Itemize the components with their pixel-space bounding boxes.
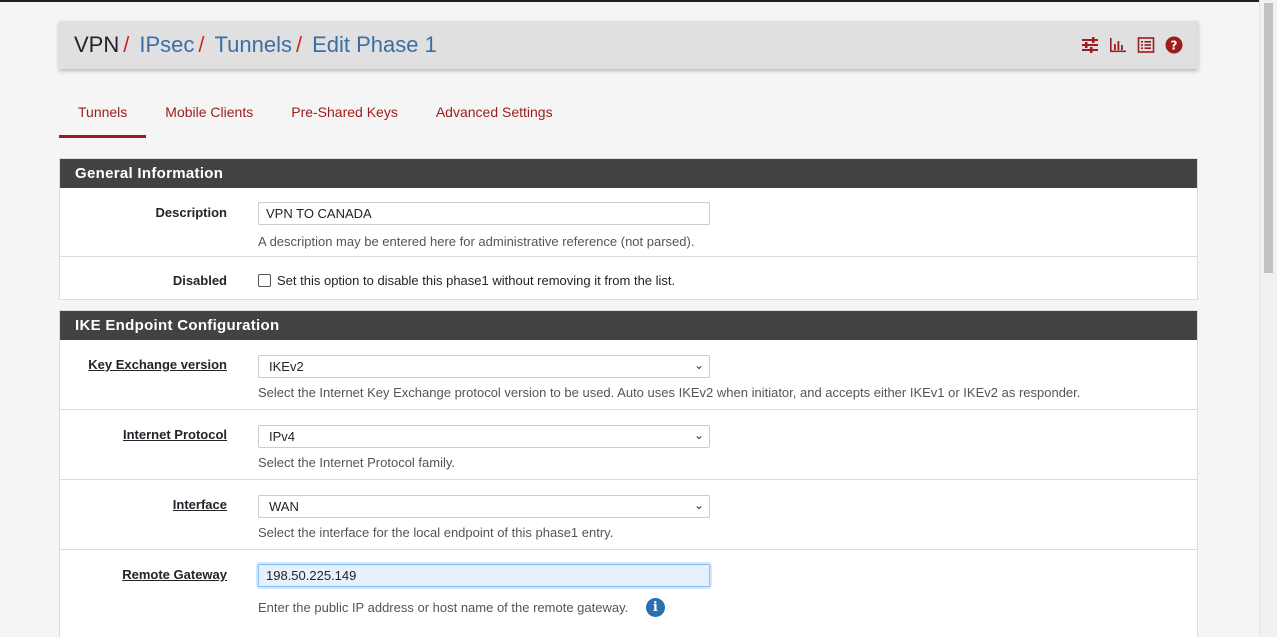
breadcrumb-bar: VPN / IPsec / Tunnels / Edit Phase 1 ?	[59, 21, 1198, 69]
key-exchange-row: Key Exchange version IKEv2 ⌄ Select the I…	[60, 340, 1197, 410]
internet-protocol-value: IPv4	[269, 429, 296, 444]
breadcrumb: VPN / IPsec / Tunnels / Edit Phase 1	[59, 32, 437, 58]
tab-bar: Tunnels Mobile Clients Pre-Shared Keys A…	[59, 94, 572, 138]
key-exchange-select[interactable]: IKEv2 ⌄	[258, 355, 710, 378]
help-icon[interactable]: ?	[1165, 36, 1183, 54]
vertical-scrollbar[interactable]	[1259, 0, 1277, 637]
remote-gateway-input[interactable]	[258, 564, 710, 587]
key-exchange-value: IKEv2	[269, 359, 304, 374]
tab-tunnels[interactable]: Tunnels	[59, 94, 147, 138]
key-exchange-help: Select the Internet Key Exchange protoco…	[258, 385, 1081, 400]
info-icon[interactable]: i	[645, 598, 665, 617]
disabled-row: Disabled Set this option to disable this…	[60, 257, 1197, 300]
breadcrumb-tunnels[interactable]: Tunnels	[215, 32, 292, 58]
panel-heading: IKE Endpoint Configuration	[60, 311, 1197, 340]
general-information-panel: General Information Description A descri…	[59, 158, 1198, 300]
internet-protocol-label[interactable]: Internet Protocol	[123, 427, 227, 442]
settings-sliders-icon[interactable]	[1081, 36, 1099, 54]
description-label: Description	[155, 205, 227, 220]
breadcrumb-separator: /	[198, 32, 205, 57]
list-icon[interactable]	[1137, 36, 1155, 54]
breadcrumb-vpn: VPN	[74, 32, 120, 57]
disabled-checkbox[interactable]	[258, 274, 271, 287]
breadcrumb-edit-phase1[interactable]: Edit Phase 1	[312, 32, 437, 58]
interface-row: Interface WAN ⌄ Select the interface for …	[60, 480, 1197, 550]
breadcrumb-ipsec[interactable]: IPsec	[139, 32, 194, 58]
scrollbar-thumb[interactable]	[1264, 3, 1273, 273]
panel-heading: General Information	[60, 159, 1197, 188]
window-top-border	[0, 0, 1260, 2]
description-input[interactable]	[258, 202, 710, 225]
chevron-down-icon: ⌄	[693, 498, 704, 512]
description-help: A description may be entered here for ad…	[258, 234, 695, 249]
internet-protocol-select[interactable]: IPv4 ⌄	[258, 425, 710, 448]
chevron-down-icon: ⌄	[693, 358, 704, 372]
interface-value: WAN	[269, 499, 299, 514]
tab-advanced-settings[interactable]: Advanced Settings	[417, 94, 572, 138]
remote-gateway-label[interactable]: Remote Gateway	[122, 567, 227, 582]
remote-gateway-help: Enter the public IP address or host name…	[258, 600, 629, 615]
disabled-checkbox-text: Set this option to disable this phase1 w…	[277, 273, 676, 288]
key-exchange-label[interactable]: Key Exchange version	[88, 357, 227, 372]
interface-help: Select the interface for the local endpo…	[258, 525, 614, 540]
tab-pre-shared-keys[interactable]: Pre-Shared Keys	[272, 94, 417, 138]
svg-text:?: ?	[1171, 39, 1178, 53]
ike-endpoint-panel: IKE Endpoint Configuration Key Exchange …	[59, 310, 1198, 637]
breadcrumb-separator: /	[123, 32, 130, 57]
disabled-label: Disabled	[172, 273, 227, 288]
bar-chart-icon[interactable]	[1109, 36, 1127, 54]
interface-select[interactable]: WAN ⌄	[258, 495, 710, 518]
chevron-down-icon: ⌄	[693, 428, 704, 442]
tab-mobile-clients[interactable]: Mobile Clients	[146, 94, 272, 138]
header-icons: ?	[1081, 36, 1183, 54]
interface-label[interactable]: Interface	[173, 497, 227, 512]
breadcrumb-separator: /	[295, 32, 303, 57]
internet-protocol-row: Internet Protocol IPv4 ⌄ Select the Inter…	[60, 410, 1197, 480]
description-row: Description A description may be entered…	[60, 188, 1197, 257]
internet-protocol-help: Select the Internet Protocol family.	[258, 455, 456, 470]
remote-gateway-row: Remote Gateway Enter the public IP addre…	[60, 550, 1197, 630]
remote-gateway-help-row: Enter the public IP address or host name…	[258, 598, 665, 617]
